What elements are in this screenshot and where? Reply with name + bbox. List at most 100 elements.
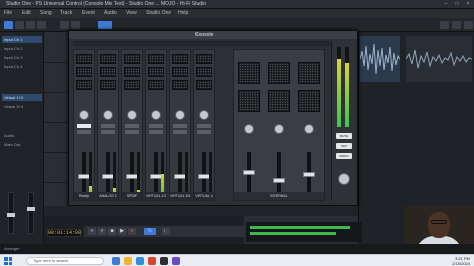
- plugin-slot[interactable]: [76, 67, 92, 77]
- mute-button[interactable]: [101, 124, 115, 128]
- edit-button[interactable]: [452, 21, 461, 29]
- edge-icon[interactable]: [136, 257, 144, 265]
- input-slot[interactable]: [196, 54, 212, 64]
- snap-button[interactable]: [60, 21, 69, 29]
- solo-button[interactable]: [149, 130, 163, 134]
- fast-forward-icon[interactable]: »: [98, 228, 106, 235]
- plugin-slot[interactable]: [76, 80, 92, 90]
- file-explorer-icon[interactable]: [124, 257, 132, 265]
- gain-knob[interactable]: [127, 110, 137, 120]
- plugin-slot[interactable]: [124, 80, 140, 90]
- inspector-row[interactable]: Input Ch 4: [2, 63, 42, 70]
- inspector-row[interactable]: Input Ch 1: [2, 36, 42, 43]
- fader-cap[interactable]: [243, 170, 255, 175]
- menu-edit[interactable]: Edit: [22, 9, 31, 18]
- inspector-row[interactable]: Virtual 3+4: [2, 103, 42, 110]
- studio-one-icon[interactable]: [160, 257, 168, 265]
- mute-button[interactable]: [77, 124, 91, 128]
- gain-knob[interactable]: [103, 110, 113, 120]
- solo-button[interactable]: [77, 130, 91, 134]
- mono-output-button[interactable]: MONO: [336, 153, 352, 159]
- mute-button[interactable]: [149, 124, 163, 128]
- mute-output-button[interactable]: MUTE: [336, 133, 352, 139]
- menu-event[interactable]: Event: [82, 9, 95, 18]
- solo-button[interactable]: [101, 130, 115, 134]
- aux-slot[interactable]: [238, 62, 260, 84]
- rewind-icon[interactable]: «: [88, 228, 96, 235]
- aux-slot[interactable]: [298, 62, 320, 84]
- close-icon[interactable]: ×: [195, 31, 354, 39]
- gain-knob[interactable]: [175, 110, 185, 120]
- input-slot[interactable]: [124, 54, 140, 64]
- windows-start-icon[interactable]: [4, 257, 12, 265]
- split-tool-button[interactable]: [26, 21, 35, 29]
- input-slot[interactable]: [76, 54, 92, 64]
- mute-button[interactable]: [125, 124, 139, 128]
- inspector-row[interactable]: Input Ch 3: [2, 54, 42, 61]
- fader-cap[interactable]: [303, 172, 315, 177]
- play-icon[interactable]: ▶: [118, 228, 126, 235]
- plugin-slot[interactable]: [172, 67, 188, 77]
- main-volume-knob[interactable]: [338, 173, 350, 185]
- stop-icon[interactable]: ■: [108, 228, 116, 235]
- aux-knob[interactable]: [244, 124, 254, 134]
- task-view-icon[interactable]: [112, 257, 120, 265]
- menu-view[interactable]: View: [126, 9, 137, 18]
- menu-song[interactable]: Song: [40, 9, 52, 18]
- aux-slot[interactable]: [268, 62, 290, 84]
- plugin-slot[interactable]: [148, 67, 164, 77]
- solo-button[interactable]: [197, 130, 211, 134]
- mix-view-button[interactable]: [98, 21, 112, 29]
- inspector-row[interactable]: Virtual 1+2: [2, 94, 42, 101]
- gain-knob[interactable]: [151, 110, 161, 120]
- inspector-row[interactable]: Main Out: [2, 141, 42, 148]
- gain-knob[interactable]: [79, 110, 89, 120]
- arrow-tool-button[interactable]: [4, 21, 13, 29]
- record-icon[interactable]: ●: [128, 228, 136, 235]
- solo-button[interactable]: [125, 130, 139, 134]
- gain-knob[interactable]: [199, 110, 209, 120]
- range-tool-button[interactable]: [15, 21, 24, 29]
- plugin-slot[interactable]: [196, 80, 212, 90]
- solo-button[interactable]: [173, 130, 187, 134]
- browse-button[interactable]: [440, 21, 449, 29]
- audio-clip-waveform[interactable]: [359, 36, 401, 82]
- chrome-icon[interactable]: [148, 257, 156, 265]
- close-icon[interactable]: ×: [464, 1, 472, 7]
- plugin-slot[interactable]: [124, 67, 140, 77]
- plugin-slot[interactable]: [196, 67, 212, 77]
- eraser-tool-button[interactable]: [37, 21, 46, 29]
- input-slot[interactable]: [172, 54, 188, 64]
- inspector-row[interactable]: Input Ch 2: [2, 45, 42, 52]
- input-slot[interactable]: [148, 54, 164, 64]
- mute-button[interactable]: [197, 124, 211, 128]
- quantize-button[interactable]: [71, 21, 80, 29]
- loop-icon[interactable]: ↻: [144, 228, 156, 235]
- menu-track[interactable]: Track: [60, 9, 72, 18]
- aux-slot[interactable]: [268, 90, 290, 112]
- taskbar-search-input[interactable]: Type here to search: [26, 257, 104, 265]
- plugin-slot[interactable]: [172, 80, 188, 90]
- aux-slot[interactable]: [238, 90, 260, 112]
- mix-button[interactable]: [464, 21, 473, 29]
- menu-audio[interactable]: Audio: [104, 9, 117, 18]
- inspector-row[interactable]: Audio: [2, 132, 42, 139]
- plugin-slot[interactable]: [100, 80, 116, 90]
- aux-knob[interactable]: [274, 124, 284, 134]
- mute-button[interactable]: [173, 124, 187, 128]
- inspector-fader[interactable]: [7, 192, 15, 234]
- menu-studio-one[interactable]: Studio One: [146, 9, 171, 18]
- aux-slot[interactable]: [298, 90, 320, 112]
- console-titlebar[interactable]: Console ×: [69, 31, 357, 39]
- audio-clip-waveform[interactable]: [405, 36, 473, 82]
- menu-help[interactable]: Help: [178, 9, 188, 18]
- maximize-icon[interactable]: □: [453, 1, 461, 7]
- plugin-slot[interactable]: [100, 67, 116, 77]
- minimize-icon[interactable]: –: [442, 1, 450, 7]
- clock[interactable]: 3:21 PM 2/15/2024: [452, 256, 470, 266]
- dim-output-button[interactable]: DIM: [336, 143, 352, 149]
- plugin-slot[interactable]: [148, 80, 164, 90]
- metronome-icon[interactable]: ♩: [162, 228, 170, 235]
- fader-cap[interactable]: [273, 178, 285, 183]
- menu-file[interactable]: File: [4, 9, 12, 18]
